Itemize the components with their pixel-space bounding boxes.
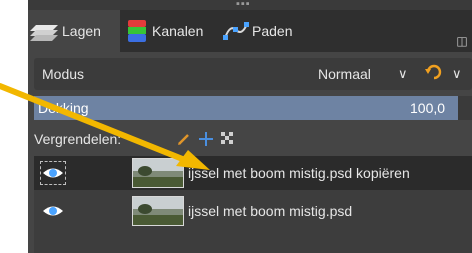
tab-channels-label: Kanalen [152, 23, 204, 39]
layers-icon [30, 25, 58, 41]
lock-label: Vergrendelen: [34, 131, 122, 147]
layer-row[interactable]: ijssel met boom mistig.psd kopiëren [34, 156, 472, 190]
composite-swirl-icon [425, 64, 442, 80]
dock-tab-bar: Lagen Kanalen Paden ◫ [28, 10, 472, 52]
eye-icon [43, 168, 63, 178]
paths-icon [223, 22, 249, 40]
lock-pixels-icon[interactable] [176, 131, 192, 147]
opacity-spin-button[interactable] [458, 96, 472, 120]
layer-row[interactable]: ijssel met boom mistig.psd [34, 194, 472, 228]
opacity-fill [34, 96, 458, 120]
lock-position-icon[interactable] [198, 131, 214, 147]
eye-icon [43, 206, 63, 216]
dock-drag-handle[interactable]: ▪▪▪ [28, 0, 472, 10]
lock-row: Vergrendelen: [28, 126, 472, 152]
composite-mode-button[interactable]: ∨ [416, 60, 472, 88]
tab-menu-icon[interactable]: ◫ [452, 20, 472, 62]
visibility-toggle[interactable] [40, 161, 66, 185]
mode-selector[interactable]: Modus Normaal ∨ ∨ [34, 58, 472, 90]
layer-name: ijssel met boom mistig.psd [188, 203, 353, 219]
chevron-down-icon: ∨ [398, 66, 408, 81]
opacity-slider[interactable]: Dekking 100,0 [34, 96, 472, 120]
visibility-toggle[interactable] [40, 199, 66, 223]
layers-dock: ▪▪▪ Lagen Kanalen Paden ◫ Modus Normaal … [28, 0, 472, 253]
channels-icon [128, 20, 146, 42]
tab-channels[interactable]: Kanalen [120, 10, 218, 52]
layer-name: ijssel met boom mistig.psd kopiëren [188, 165, 410, 181]
mode-value: Normaal [318, 66, 371, 82]
opacity-label: Dekking [38, 100, 89, 116]
tab-paths[interactable]: Paden [218, 10, 314, 52]
tab-layers[interactable]: Lagen [28, 10, 120, 52]
landscape-thumbnail [133, 159, 183, 187]
lock-alpha-icon[interactable] [220, 131, 236, 147]
opacity-value: 100,0 [410, 100, 446, 116]
landscape-thumbnail [133, 197, 183, 225]
layer-list: ijssel met boom mistig.psd kopiëren ijss… [34, 156, 472, 253]
layer-thumbnail [132, 196, 184, 226]
layer-thumbnail [132, 158, 184, 188]
mode-label: Modus [42, 66, 85, 82]
tab-paths-label: Paden [252, 23, 293, 39]
chevron-down-icon: ∨ [452, 66, 462, 81]
tab-layers-label: Lagen [62, 23, 101, 39]
grip-dots-icon: ▪▪▪ [236, 0, 251, 10]
